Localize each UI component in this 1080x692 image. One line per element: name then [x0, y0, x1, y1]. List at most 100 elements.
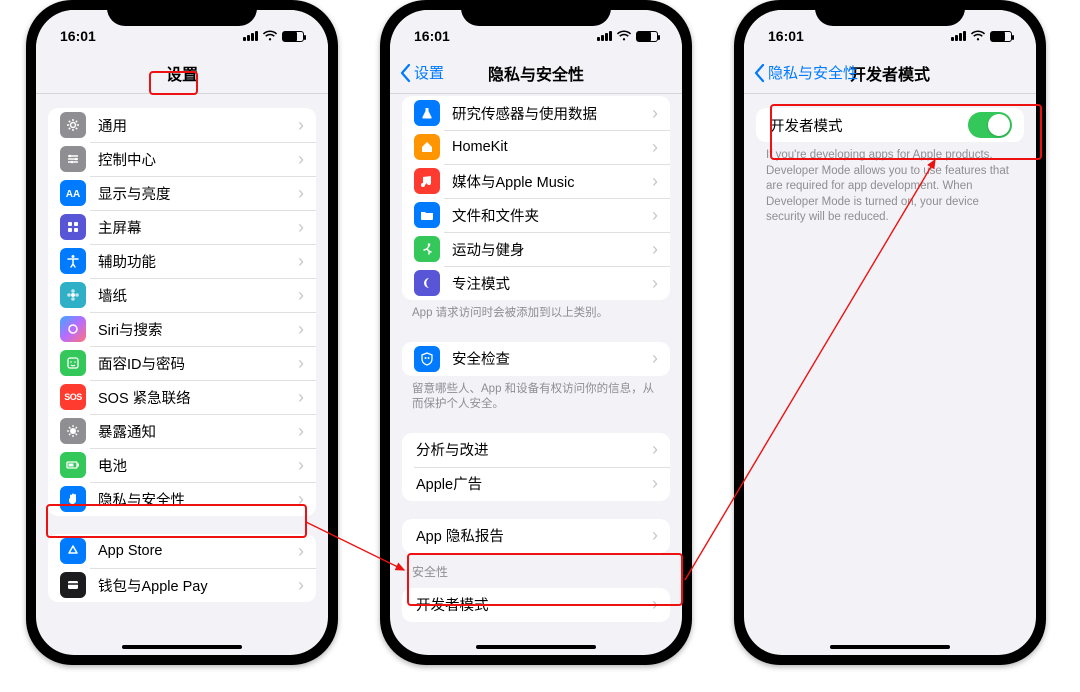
run-icon: [414, 236, 440, 262]
home-indicator[interactable]: [476, 645, 596, 649]
settings-row[interactable]: 安全检查›: [402, 342, 670, 376]
chevron-right-icon: ›: [652, 103, 658, 124]
settings-row[interactable]: HomeKit›: [402, 130, 670, 164]
settings-content[interactable]: 通用›控制中心›AA显示与亮度› 主屏幕 › 辅助功能›墙纸›Siri与搜索›面容ID…: [36, 94, 328, 655]
nav-bar: 隐私与安全性 开发者模式: [744, 52, 1036, 94]
status-icons: [597, 30, 658, 42]
settings-row[interactable]: 控制中心›: [48, 142, 316, 176]
settings-row[interactable]: 电池›: [48, 448, 316, 482]
settings-row[interactable]: SOSSOS 紧急联络›: [48, 380, 316, 414]
status-icons: [243, 30, 304, 42]
settings-row[interactable]: 研究传感器与使用数据›: [402, 96, 670, 130]
nav-bar: 设置 隐私与安全性: [390, 52, 682, 94]
toggle-on[interactable]: [968, 112, 1012, 138]
notch: [107, 0, 257, 26]
chevron-right-icon: ›: [298, 183, 304, 204]
status-time: 16:01: [768, 28, 804, 44]
grid-icon: [60, 214, 86, 240]
settings-row[interactable]: 通用›: [48, 108, 316, 142]
settings-row[interactable]: 墙纸›: [48, 278, 316, 312]
settings-row[interactable]: 开发者模式›: [402, 588, 670, 622]
devmode-content: 开发者模式 If you're developing apps for Appl…: [744, 94, 1036, 655]
flask-icon: [414, 100, 440, 126]
chevron-right-icon: ›: [652, 205, 658, 226]
status-time: 16:01: [414, 28, 450, 44]
nav-title: 设置: [166, 61, 198, 85]
chevron-right-icon: ›: [652, 137, 658, 158]
SOS-icon: SOS: [60, 384, 86, 410]
group-footer: App 请求访问时会被添加到以上类别。: [390, 300, 682, 324]
phone-privacy: 16:01 设置 隐私与安全性 研究传感器与使用数据›HomeKit›媒体与Ap…: [380, 0, 692, 665]
notch: [815, 0, 965, 26]
row-label: 开发者模式: [416, 594, 646, 615]
wallet-icon: [60, 572, 86, 598]
svg-text:AA: AA: [66, 189, 80, 200]
chevron-right-icon: ›: [298, 387, 304, 408]
signal-icon: [243, 31, 258, 41]
notch: [461, 0, 611, 26]
settings-row[interactable]: App Store ›: [48, 534, 316, 568]
settings-row[interactable]: AA显示与亮度›: [48, 176, 316, 210]
body-icon: [60, 248, 86, 274]
sliders-icon: [60, 146, 86, 172]
chevron-left-icon: [752, 63, 766, 83]
settings-row[interactable]: Siri与搜索›: [48, 312, 316, 346]
home-indicator[interactable]: [830, 645, 950, 649]
hand-icon: [60, 486, 86, 512]
back-label: 隐私与安全性: [768, 62, 858, 83]
settings-row[interactable]: 运动与健身›: [402, 232, 670, 266]
row-label: 主屏幕: [98, 217, 292, 238]
row-label: 开发者模式: [770, 115, 968, 136]
back-button[interactable]: 隐私与安全性: [752, 52, 858, 93]
chevron-right-icon: ›: [652, 348, 658, 369]
row-label: 分析与改进: [416, 439, 646, 460]
row-label: 媒体与Apple Music: [452, 171, 646, 192]
shield-icon: [414, 346, 440, 372]
virus-icon: [60, 418, 86, 444]
moon-icon: [414, 270, 440, 296]
settings-row[interactable]: 钱包与Apple Pay›: [48, 568, 316, 602]
folder-icon: [414, 202, 440, 228]
battery-icon: [636, 31, 658, 42]
settings-row[interactable]: 主屏幕 ›: [48, 210, 316, 244]
settings-row[interactable]: 暴露通知›: [48, 414, 316, 448]
wifi-icon: [262, 30, 278, 42]
chevron-right-icon: ›: [298, 217, 304, 238]
back-label: 设置: [414, 62, 444, 83]
back-button[interactable]: 设置: [398, 52, 444, 93]
appstore-icon: [60, 538, 86, 564]
music-icon: [414, 168, 440, 194]
row-developer-mode-toggle[interactable]: 开发者模式: [756, 108, 1024, 142]
row-label: 钱包与Apple Pay: [98, 575, 292, 596]
settings-row[interactable]: 面容ID与密码›: [48, 346, 316, 380]
battery-icon: [60, 452, 86, 478]
settings-row[interactable]: 专注模式›: [402, 266, 670, 300]
settings-row[interactable]: App 隐私报告›: [402, 519, 670, 553]
chevron-right-icon: ›: [298, 541, 304, 562]
row-label: App Store: [98, 543, 292, 559]
group-footer: 留意哪些人、App 和设备有权访问你的信息，从而保护个人安全。: [390, 376, 682, 415]
chevron-right-icon: ›: [652, 439, 658, 460]
nav-title: 开发者模式: [850, 61, 930, 85]
home-indicator[interactable]: [122, 645, 242, 649]
nav-bar: 设置: [36, 52, 328, 94]
chevron-right-icon: ›: [298, 149, 304, 170]
flower-icon: [60, 282, 86, 308]
status-time: 16:01: [60, 28, 96, 44]
settings-row[interactable]: 辅助功能›: [48, 244, 316, 278]
settings-row[interactable]: 分析与改进 ›: [402, 433, 670, 467]
settings-row[interactable]: Apple广告›: [402, 467, 670, 501]
nav-title: 隐私与安全性: [488, 61, 584, 85]
face-icon: [60, 350, 86, 376]
chevron-right-icon: ›: [298, 455, 304, 476]
gear-icon: [60, 112, 86, 138]
chevron-right-icon: ›: [298, 353, 304, 374]
chevron-right-icon: ›: [652, 239, 658, 260]
battery-icon: [282, 31, 304, 42]
signal-icon: [951, 31, 966, 41]
settings-row[interactable]: 文件和文件夹›: [402, 198, 670, 232]
privacy-content[interactable]: 研究传感器与使用数据›HomeKit›媒体与Apple Music›文件和文件夹…: [390, 94, 682, 655]
wifi-icon: [970, 30, 986, 42]
settings-row[interactable]: 媒体与Apple Music›: [402, 164, 670, 198]
settings-row[interactable]: 隐私与安全性›: [48, 482, 316, 516]
